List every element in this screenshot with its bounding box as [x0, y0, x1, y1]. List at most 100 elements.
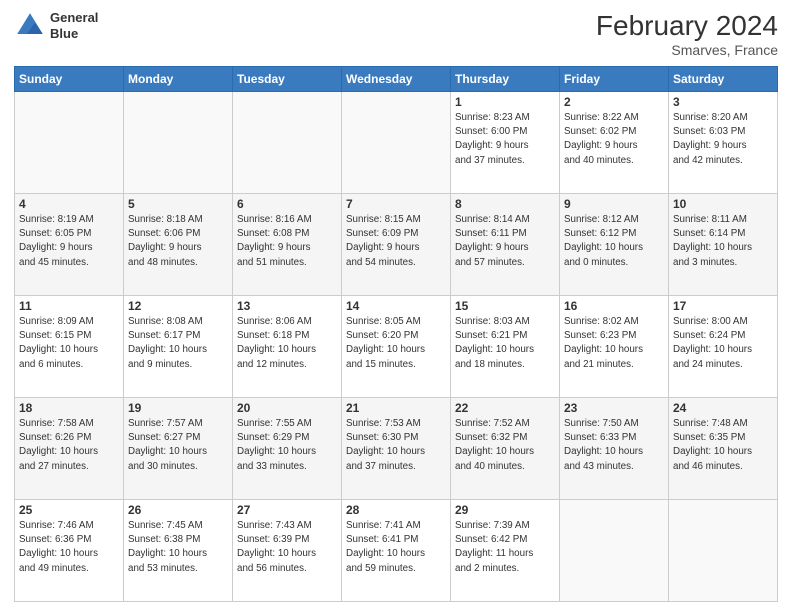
calendar-cell [560, 500, 669, 602]
day-info: Sunrise: 8:14 AMSunset: 6:11 PMDaylight:… [455, 213, 555, 270]
logo-text: General Blue [50, 10, 98, 41]
day-number: 27 [237, 503, 337, 517]
calendar-cell: 9 Sunrise: 8:12 AMSunset: 6:12 PMDaylight… [560, 194, 669, 296]
day-of-week-monday: Monday [124, 67, 233, 92]
day-number: 15 [455, 299, 555, 313]
day-number: 12 [128, 299, 228, 313]
calendar-cell: 4 Sunrise: 8:19 AMSunset: 6:05 PMDaylight… [15, 194, 124, 296]
day-info: Sunrise: 8:20 AMSunset: 6:03 PMDaylight:… [673, 111, 773, 168]
logo: General Blue [14, 10, 98, 42]
day-info: Sunrise: 8:15 AMSunset: 6:09 PMDaylight:… [346, 213, 446, 270]
day-header-row: SundayMondayTuesdayWednesdayThursdayFrid… [15, 67, 778, 92]
day-number: 14 [346, 299, 446, 313]
title-block: February 2024 Smarves, France [596, 10, 778, 58]
calendar-cell [233, 92, 342, 194]
calendar-cell: 14 Sunrise: 8:05 AMSunset: 6:20 PMDayligh… [342, 296, 451, 398]
day-of-week-tuesday: Tuesday [233, 67, 342, 92]
calendar-cell: 10 Sunrise: 8:11 AMSunset: 6:14 PMDayligh… [669, 194, 778, 296]
day-number: 26 [128, 503, 228, 517]
calendar-cell: 18 Sunrise: 7:58 AMSunset: 6:26 PMDayligh… [15, 398, 124, 500]
day-info: Sunrise: 8:23 AMSunset: 6:00 PMDaylight:… [455, 111, 555, 168]
day-number: 8 [455, 197, 555, 211]
logo-line1: General [50, 10, 98, 26]
day-number: 9 [564, 197, 664, 211]
day-of-week-thursday: Thursday [451, 67, 560, 92]
day-number: 16 [564, 299, 664, 313]
day-number: 29 [455, 503, 555, 517]
day-info: Sunrise: 7:58 AMSunset: 6:26 PMDaylight:… [19, 417, 119, 474]
day-number: 23 [564, 401, 664, 415]
day-info: Sunrise: 8:19 AMSunset: 6:05 PMDaylight:… [19, 213, 119, 270]
day-info: Sunrise: 7:48 AMSunset: 6:35 PMDaylight:… [673, 417, 773, 474]
calendar-cell: 2 Sunrise: 8:22 AMSunset: 6:02 PMDaylight… [560, 92, 669, 194]
day-info: Sunrise: 7:52 AMSunset: 6:32 PMDaylight:… [455, 417, 555, 474]
calendar-cell: 28 Sunrise: 7:41 AMSunset: 6:41 PMDayligh… [342, 500, 451, 602]
day-number: 3 [673, 95, 773, 109]
day-info: Sunrise: 7:43 AMSunset: 6:39 PMDaylight:… [237, 519, 337, 576]
day-info: Sunrise: 7:50 AMSunset: 6:33 PMDaylight:… [564, 417, 664, 474]
day-info: Sunrise: 8:16 AMSunset: 6:08 PMDaylight:… [237, 213, 337, 270]
day-info: Sunrise: 7:53 AMSunset: 6:30 PMDaylight:… [346, 417, 446, 474]
day-number: 24 [673, 401, 773, 415]
week-row-1: 1Sunrise: 8:23 AMSunset: 6:00 PMDaylight… [15, 92, 778, 194]
calendar-cell: 13Sunrise: 8:06 AMSunset: 6:18 PMDayligh… [233, 296, 342, 398]
calendar-cell [669, 500, 778, 602]
day-of-week-friday: Friday [560, 67, 669, 92]
day-info: Sunrise: 8:02 AMSunset: 6:23 PMDaylight:… [564, 315, 664, 372]
week-row-3: 11Sunrise: 8:09 AMSunset: 6:15 PMDayligh… [15, 296, 778, 398]
day-info: Sunrise: 8:03 AMSunset: 6:21 PMDaylight:… [455, 315, 555, 372]
calendar-cell: 21Sunrise: 7:53 AMSunset: 6:30 PMDayligh… [342, 398, 451, 500]
week-row-2: 4 Sunrise: 8:19 AMSunset: 6:05 PMDaylight… [15, 194, 778, 296]
logo-line2: Blue [50, 26, 98, 42]
day-info: Sunrise: 8:00 AMSunset: 6:24 PMDaylight:… [673, 315, 773, 372]
day-number: 2 [564, 95, 664, 109]
day-number: 7 [346, 197, 446, 211]
day-of-week-wednesday: Wednesday [342, 67, 451, 92]
day-number: 20 [237, 401, 337, 415]
day-info: Sunrise: 7:46 AMSunset: 6:36 PMDaylight:… [19, 519, 119, 576]
calendar-cell: 3 Sunrise: 8:20 AMSunset: 6:03 PMDaylight… [669, 92, 778, 194]
day-info: Sunrise: 8:22 AMSunset: 6:02 PMDaylight:… [564, 111, 664, 168]
page: General Blue February 2024 Smarves, Fran… [0, 0, 792, 612]
calendar-cell: 26Sunrise: 7:45 AMSunset: 6:38 PMDayligh… [124, 500, 233, 602]
day-info: Sunrise: 8:18 AMSunset: 6:06 PMDaylight:… [128, 213, 228, 270]
calendar-cell: 25 Sunrise: 7:46 AMSunset: 6:36 PMDayligh… [15, 500, 124, 602]
day-of-week-saturday: Saturday [669, 67, 778, 92]
calendar-cell [124, 92, 233, 194]
day-info: Sunrise: 8:09 AMSunset: 6:15 PMDaylight:… [19, 315, 119, 372]
day-number: 10 [673, 197, 773, 211]
day-info: Sunrise: 8:11 AMSunset: 6:14 PMDaylight:… [673, 213, 773, 270]
day-number: 22 [455, 401, 555, 415]
calendar-cell: 20Sunrise: 7:55 AMSunset: 6:29 PMDayligh… [233, 398, 342, 500]
calendar-cell: 5 Sunrise: 8:18 AMSunset: 6:06 PMDaylight… [124, 194, 233, 296]
calendar-cell: 16 Sunrise: 8:02 AMSunset: 6:23 PMDayligh… [560, 296, 669, 398]
calendar-cell: 1Sunrise: 8:23 AMSunset: 6:00 PMDaylight… [451, 92, 560, 194]
day-of-week-sunday: Sunday [15, 67, 124, 92]
calendar-cell: 7 Sunrise: 8:15 AMSunset: 6:09 PMDaylight… [342, 194, 451, 296]
day-info: Sunrise: 8:12 AMSunset: 6:12 PMDaylight:… [564, 213, 664, 270]
calendar-cell: 6 Sunrise: 8:16 AMSunset: 6:08 PMDaylight… [233, 194, 342, 296]
week-row-5: 25 Sunrise: 7:46 AMSunset: 6:36 PMDayligh… [15, 500, 778, 602]
day-info: Sunrise: 8:08 AMSunset: 6:17 PMDaylight:… [128, 315, 228, 372]
logo-icon [14, 10, 46, 42]
day-number: 6 [237, 197, 337, 211]
calendar-cell: 15 Sunrise: 8:03 AMSunset: 6:21 PMDayligh… [451, 296, 560, 398]
day-number: 5 [128, 197, 228, 211]
day-number: 17 [673, 299, 773, 313]
calendar-cell: 22 Sunrise: 7:52 AMSunset: 6:32 PMDayligh… [451, 398, 560, 500]
month-title: February 2024 [596, 10, 778, 42]
day-number: 4 [19, 197, 119, 211]
day-info: Sunrise: 8:05 AMSunset: 6:20 PMDaylight:… [346, 315, 446, 372]
day-info: Sunrise: 7:39 AMSunset: 6:42 PMDaylight:… [455, 519, 555, 576]
calendar-cell [342, 92, 451, 194]
calendar-cell: 12 Sunrise: 8:08 AMSunset: 6:17 PMDayligh… [124, 296, 233, 398]
day-number: 28 [346, 503, 446, 517]
calendar-cell: 24 Sunrise: 7:48 AMSunset: 6:35 PMDayligh… [669, 398, 778, 500]
day-info: Sunrise: 7:41 AMSunset: 6:41 PMDaylight:… [346, 519, 446, 576]
day-info: Sunrise: 7:57 AMSunset: 6:27 PMDaylight:… [128, 417, 228, 474]
calendar: SundayMondayTuesdayWednesdayThursdayFrid… [14, 66, 778, 602]
calendar-cell [15, 92, 124, 194]
day-number: 25 [19, 503, 119, 517]
day-number: 13 [237, 299, 337, 313]
day-number: 18 [19, 401, 119, 415]
